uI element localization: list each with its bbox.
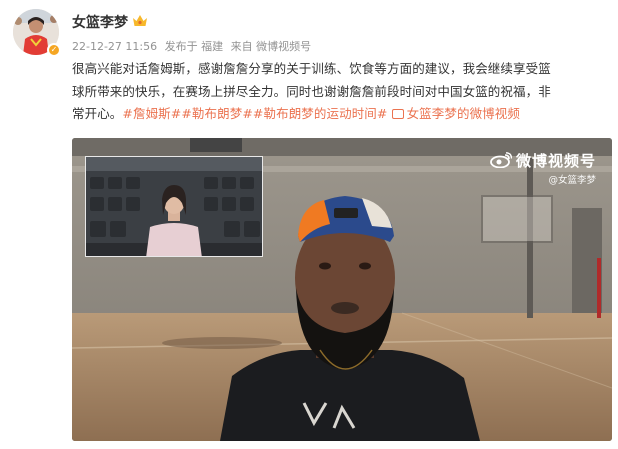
weibo-post: ✓ 女篮李梦 22-12-27 11:56 发布于 福建 来自 微博视频号 很高…	[0, 0, 618, 449]
video-link-label: 女篮李梦的微博视频	[406, 106, 520, 121]
post-text: 很高兴能对话詹姆斯，感谢詹詹分享的关于训练、饮食等方面的建议，我会继续享受篮 球…	[72, 58, 612, 126]
hashtag-james[interactable]: #詹姆斯#	[122, 106, 181, 121]
video-link[interactable]: 女篮李梦的微博视频	[391, 106, 520, 121]
author-name[interactable]: 女篮李梦	[72, 12, 128, 32]
post-text-line: 球所带来的快乐，在赛场上拼尽全力。同时也谢谢詹詹前段时间对中国女篮的祝福，非	[72, 83, 551, 99]
video-watermark: 微博视频号 @女篮李梦	[490, 150, 596, 186]
crown-badge-icon[interactable]	[132, 13, 148, 27]
video-player[interactable]: 微博视频号 @女篮李梦	[72, 138, 612, 441]
watermark-title-text: 微博视频号	[515, 152, 596, 170]
play-box-icon	[391, 109, 404, 119]
pip-frame	[86, 157, 262, 256]
watermark-author: @女篮李梦	[548, 175, 596, 186]
post-meta: 22-12-27 11:56 发布于 福建 来自 微博视频号	[72, 38, 315, 54]
watermark-title: 微博视频号	[490, 150, 596, 171]
post-location: 发布于 福建	[164, 40, 224, 53]
post-timestamp[interactable]: 22-12-27 11:56	[72, 40, 157, 53]
post-text-line: 常开心。	[72, 106, 123, 121]
hashtag-lebron-sport-time[interactable]: #勒布朗梦的运动时间#	[253, 106, 388, 121]
verified-badge-icon: ✓	[47, 43, 61, 57]
picture-in-picture	[85, 156, 263, 257]
weibo-eye-logo-icon	[490, 152, 512, 168]
hashtag-lebron-dream[interactable]: #勒布朗梦#	[181, 106, 253, 121]
post-text-line-with-tags: 常开心。#詹姆斯##勒布朗梦##勒布朗梦的运动时间# 女篮李梦的微博视频	[72, 103, 612, 126]
post-source[interactable]: 来自 微博视频号	[231, 40, 312, 53]
post-text-line: 很高兴能对话詹姆斯，感谢詹詹分享的关于训练、饮食等方面的建议，我会继续享受篮	[72, 61, 551, 76]
